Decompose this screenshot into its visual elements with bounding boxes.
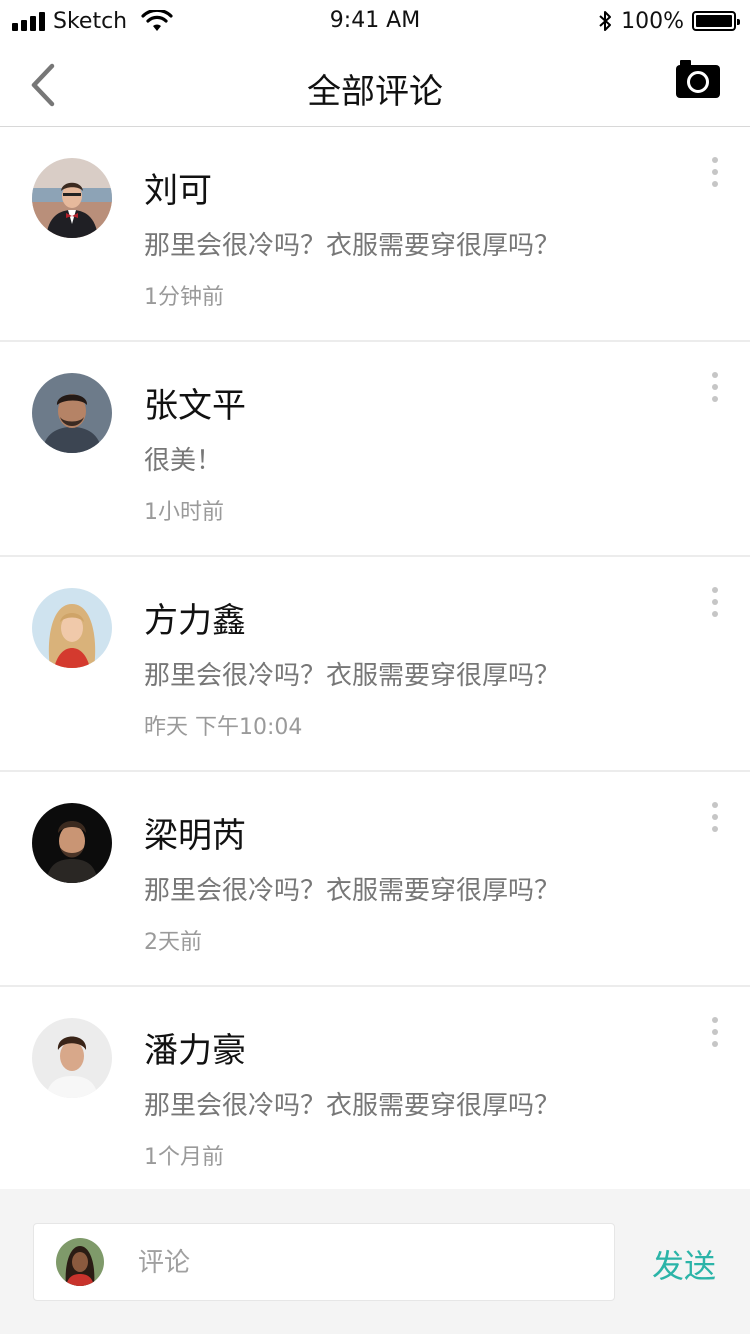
- commenter-name: 张文平: [144, 386, 246, 426]
- commenter-name: 刘可: [144, 171, 212, 211]
- camera-icon[interactable]: [676, 58, 720, 98]
- comment-text: 很美！: [144, 446, 223, 476]
- comment-time: 1个月前: [144, 1145, 224, 1170]
- comment-time: 1小时前: [144, 500, 224, 525]
- more-options-icon[interactable]: [710, 587, 720, 617]
- comment-item: 潘力豪 那里会很冷吗？衣服需要穿很厚吗？ 1个月前: [0, 987, 750, 1200]
- comment-input-box[interactable]: [33, 1223, 615, 1301]
- commenter-name: 潘力豪: [144, 1031, 246, 1071]
- battery-percentage: 100%: [621, 8, 684, 34]
- more-options-icon[interactable]: [710, 1017, 720, 1047]
- comment-text: 那里会很冷吗？衣服需要穿很厚吗？: [144, 661, 561, 691]
- status-bar: Sketch 9:41 AM 100%: [0, 0, 750, 40]
- avatar[interactable]: [32, 803, 112, 883]
- avatar[interactable]: [32, 158, 112, 238]
- comment-text: 那里会很冷吗？衣服需要穿很厚吗？: [144, 1091, 561, 1121]
- battery-icon: [692, 11, 740, 31]
- comment-item: 梁明芮 那里会很冷吗？衣服需要穿很厚吗？ 2天前: [0, 772, 750, 987]
- comment-time: 2天前: [144, 930, 202, 955]
- comment-input[interactable]: [136, 1240, 600, 1286]
- more-options-icon[interactable]: [710, 372, 720, 402]
- avatar[interactable]: [32, 373, 112, 453]
- comment-composer: 发送: [0, 1189, 750, 1334]
- status-right: 100%: [597, 8, 740, 34]
- more-options-icon[interactable]: [710, 802, 720, 832]
- comment-list: 刘可 那里会很冷吗？衣服需要穿很厚吗？ 1分钟前 张文平 很美！ 1小时前 方力…: [0, 127, 750, 1200]
- nav-bar: 全部评论: [0, 40, 750, 127]
- comment-text: 那里会很冷吗？衣服需要穿很厚吗？: [144, 876, 561, 906]
- comment-time: 1分钟前: [144, 285, 224, 310]
- page-title: 全部评论: [307, 72, 443, 112]
- more-options-icon[interactable]: [710, 157, 720, 187]
- comment-item: 方力鑫 那里会很冷吗？衣服需要穿很厚吗？ 昨天 下午10:04: [0, 557, 750, 772]
- avatar[interactable]: [32, 588, 112, 668]
- commenter-name: 梁明芮: [144, 816, 246, 856]
- user-avatar: [56, 1238, 104, 1286]
- avatar[interactable]: [32, 1018, 112, 1098]
- comment-item: 刘可 那里会很冷吗？衣服需要穿很厚吗？ 1分钟前: [0, 127, 750, 342]
- send-button[interactable]: 发送: [652, 1241, 716, 1287]
- comment-item: 张文平 很美！ 1小时前: [0, 342, 750, 557]
- comment-time: 昨天 下午10:04: [144, 715, 303, 740]
- commenter-name: 方力鑫: [144, 601, 246, 641]
- comment-text: 那里会很冷吗？衣服需要穿很厚吗？: [144, 231, 561, 261]
- bluetooth-icon: [599, 11, 612, 31]
